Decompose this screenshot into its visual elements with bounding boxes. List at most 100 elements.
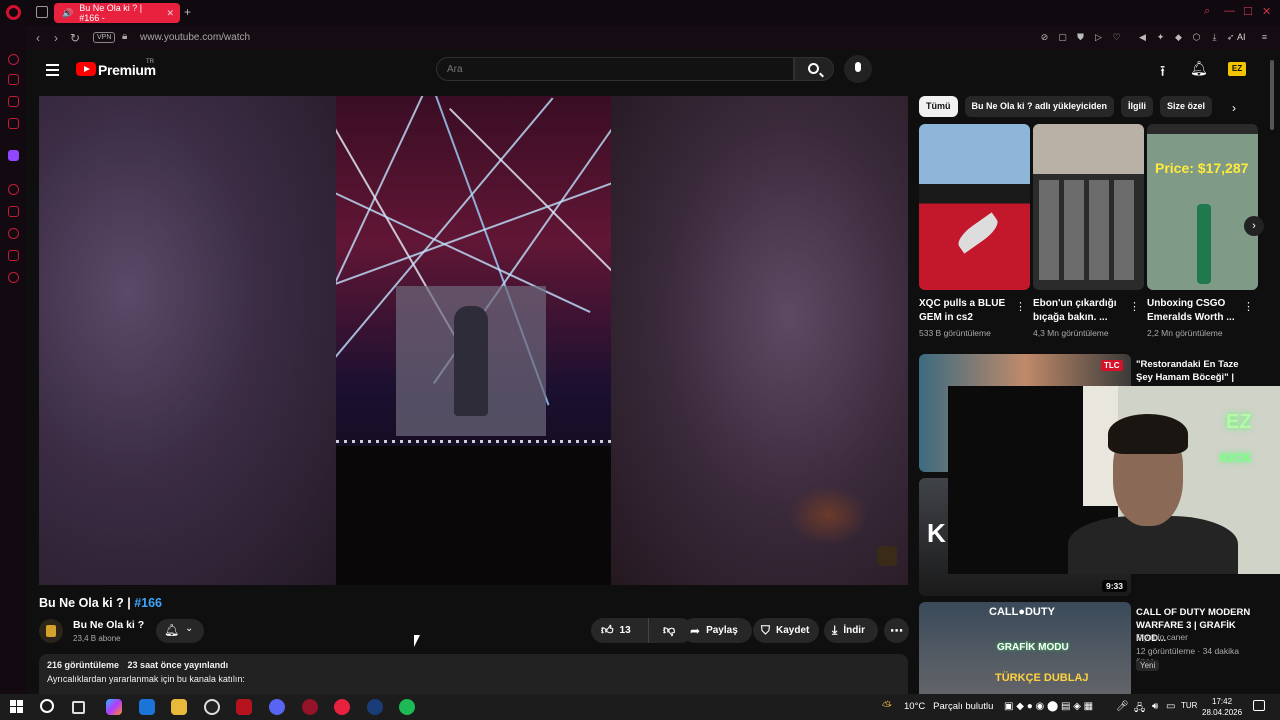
channel-avatar[interactable]: [39, 619, 63, 643]
share-button[interactable]: ➦ Paylaş: [682, 618, 752, 643]
minimize-button[interactable]: —: [1224, 5, 1235, 17]
maximize-button[interactable]: ☐: [1243, 5, 1253, 18]
more-actions-button[interactable]: ⋯: [884, 618, 909, 643]
weather-icon[interactable]: ⛅︎: [882, 699, 892, 714]
shelf-thumbnail[interactable]: [1033, 124, 1144, 290]
chip-all[interactable]: Tümü: [919, 96, 958, 117]
channel-watermark[interactable]: [877, 546, 897, 566]
notification-icon[interactable]: [1253, 700, 1265, 711]
back-button[interactable]: ‹: [36, 31, 40, 45]
search-tabs-icon[interactable]: ⌕: [1204, 5, 1210, 18]
video-hashtag[interactable]: #166: [134, 596, 162, 610]
more-vert-icon[interactable]: ⋮: [1015, 300, 1026, 313]
channel-name[interactable]: Bu Ne Ola ki ?: [73, 619, 144, 631]
save-button[interactable]: ⛉ Kaydet: [753, 618, 819, 643]
voice-search-button[interactable]: [844, 55, 872, 83]
recommendation-thumbnail[interactable]: CALL●DUTY GRAFİK MODU TÜRKÇE DUBLAJ: [919, 602, 1131, 694]
shelf-title[interactable]: Ebon'un çıkardığı bıçağa bakın. ...: [1033, 297, 1144, 325]
search-input[interactable]: [437, 58, 777, 80]
vpn-badge[interactable]: VPN: [93, 32, 116, 43]
taskbar-search-icon[interactable]: [40, 699, 54, 713]
tray-icons[interactable]: ▣ ◆ ● ◉ ⬤ ▤ ◈ ▦: [1004, 701, 1093, 712]
task-view-icon[interactable]: [72, 701, 85, 714]
account-avatar[interactable]: EZ: [1228, 62, 1246, 76]
aria-icon[interactable]: ➶: [1225, 32, 1236, 43]
tab-menu-icon[interactable]: [36, 6, 48, 18]
taskbar-clock[interactable]: 17:42 28.04.2026: [1202, 696, 1242, 718]
page-scrollbar[interactable]: [1269, 50, 1275, 694]
copilot-icon[interactable]: [106, 699, 122, 715]
chevron-right-icon[interactable]: ›: [1232, 101, 1236, 115]
edge-icon[interactable]: [139, 699, 155, 715]
extension-2-icon[interactable]: ✦: [1155, 32, 1166, 43]
shelf-title[interactable]: XQC pulls a BLUE GEM in cs2: [919, 297, 1030, 325]
chip-from-uploader[interactable]: Bu Ne Ola ki ? adlı yükleyiciden: [964, 96, 1115, 117]
shelf-card[interactable]: Ebon'un çıkardığı bıçağa bakın. ... 4,3 …: [1033, 124, 1144, 338]
chip-related[interactable]: İlgili: [1121, 96, 1154, 117]
volume-icon[interactable]: 🔊︎: [1152, 701, 1158, 712]
extensions-icon[interactable]: ⬡: [1191, 32, 1202, 43]
video-player[interactable]: [39, 96, 908, 585]
description-box[interactable]: 216 görüntüleme 23 saat önce yayınlandı …: [39, 654, 908, 694]
extension-3-icon[interactable]: ◆: [1173, 32, 1184, 43]
menu-icon[interactable]: [46, 64, 59, 79]
reload-button[interactable]: ↻: [70, 31, 80, 45]
new-tab-button[interactable]: +: [184, 5, 191, 19]
discord-icon[interactable]: [269, 699, 285, 715]
twitch-icon[interactable]: [8, 150, 19, 161]
more-vert-icon[interactable]: ⋮: [1243, 300, 1254, 313]
pin-icon[interactable]: ⊘: [1039, 32, 1050, 43]
sidebar-icon-3[interactable]: [8, 96, 19, 107]
mic-tray-icon[interactable]: 🎤︎: [1116, 701, 1129, 712]
language-indicator[interactable]: TUR: [1181, 701, 1197, 710]
forward-button[interactable]: ›: [54, 31, 58, 45]
url-field[interactable]: www.youtube.com/watch: [140, 32, 250, 43]
dislike-button[interactable]: 👎︎: [649, 623, 675, 638]
subscribed-button[interactable]: 🔔︎ ⌄: [156, 619, 204, 643]
aria-sidebar-icon[interactable]: [8, 54, 19, 65]
shelf-thumbnail[interactable]: [919, 124, 1030, 290]
close-window-button[interactable]: ✕: [1262, 5, 1271, 18]
weather-widget[interactable]: 10°C Parçalı bulutlu: [904, 701, 993, 712]
opera-gx-icon[interactable]: [302, 699, 318, 715]
start-icon[interactable]: [9, 699, 25, 715]
lock-icon[interactable]: 🔒︎: [122, 31, 127, 42]
player-icon[interactable]: ▷: [1093, 32, 1104, 43]
shelf-next-icon[interactable]: ›: [1244, 216, 1264, 236]
tab-youtube[interactable]: 🔊 Bu Ne Ola ki ? | #166 - ✕: [54, 3, 180, 23]
recommendation-channel[interactable]: Diyablo caner: [1136, 632, 1188, 642]
shield-icon[interactable]: ⛊: [1075, 32, 1086, 43]
media-app-icon[interactable]: [236, 699, 252, 715]
steam-icon[interactable]: [367, 699, 383, 715]
player-sidebar-icon[interactable]: [8, 184, 19, 195]
notifications-icon[interactable]: 🔔︎: [1190, 60, 1208, 77]
shelf-card[interactable]: Price: $17,287 Unboxing CSGO Emeralds Wo…: [1147, 124, 1258, 338]
shelf-thumbnail[interactable]: Price: $17,287: [1147, 124, 1258, 290]
close-tab-icon[interactable]: ✕: [166, 8, 174, 19]
download-icon[interactable]: ⤓: [1209, 32, 1220, 43]
youtube-logo-icon[interactable]: [76, 62, 96, 76]
sidebar-icon-2[interactable]: [8, 74, 19, 85]
shelf-card[interactable]: XQC pulls a BLUE GEM in cs2 533 B görünt…: [919, 124, 1030, 338]
download-button[interactable]: ⤓ İndir: [824, 618, 878, 643]
upload-icon[interactable]: ⭱: [1160, 61, 1165, 86]
extension-1-icon[interactable]: ◀: [1137, 32, 1148, 43]
sidebar-icon-4[interactable]: [8, 118, 19, 129]
downloads-sidebar-icon[interactable]: [8, 250, 19, 261]
battery-icon[interactable]: ▭: [1166, 701, 1175, 712]
shelf-title[interactable]: Unboxing CSGO Emeralds Worth ...: [1147, 297, 1258, 325]
easy-setup-icon[interactable]: ≡: [1259, 32, 1270, 43]
speaker-icon[interactable]: 🔊: [62, 8, 73, 19]
opera-logo-icon[interactable]: [6, 5, 21, 20]
snapshot-icon[interactable]: ▢: [1057, 32, 1068, 43]
opera-icon[interactable]: [334, 699, 350, 715]
network-icon[interactable]: 🖧︎: [1134, 701, 1145, 718]
ai-button[interactable]: AI: [1237, 32, 1246, 42]
chip-for-you[interactable]: Size özel: [1160, 96, 1213, 117]
history-icon[interactable]: [8, 228, 19, 239]
app-icon[interactable]: [204, 699, 220, 715]
more-vert-icon[interactable]: ⋮: [1129, 300, 1140, 313]
recommendation-item[interactable]: CALL●DUTY GRAFİK MODU TÜRKÇE DUBLAJ CALL…: [919, 602, 1259, 694]
heart-icon[interactable]: ♡: [1111, 32, 1122, 43]
settings-icon[interactable]: [8, 272, 19, 283]
